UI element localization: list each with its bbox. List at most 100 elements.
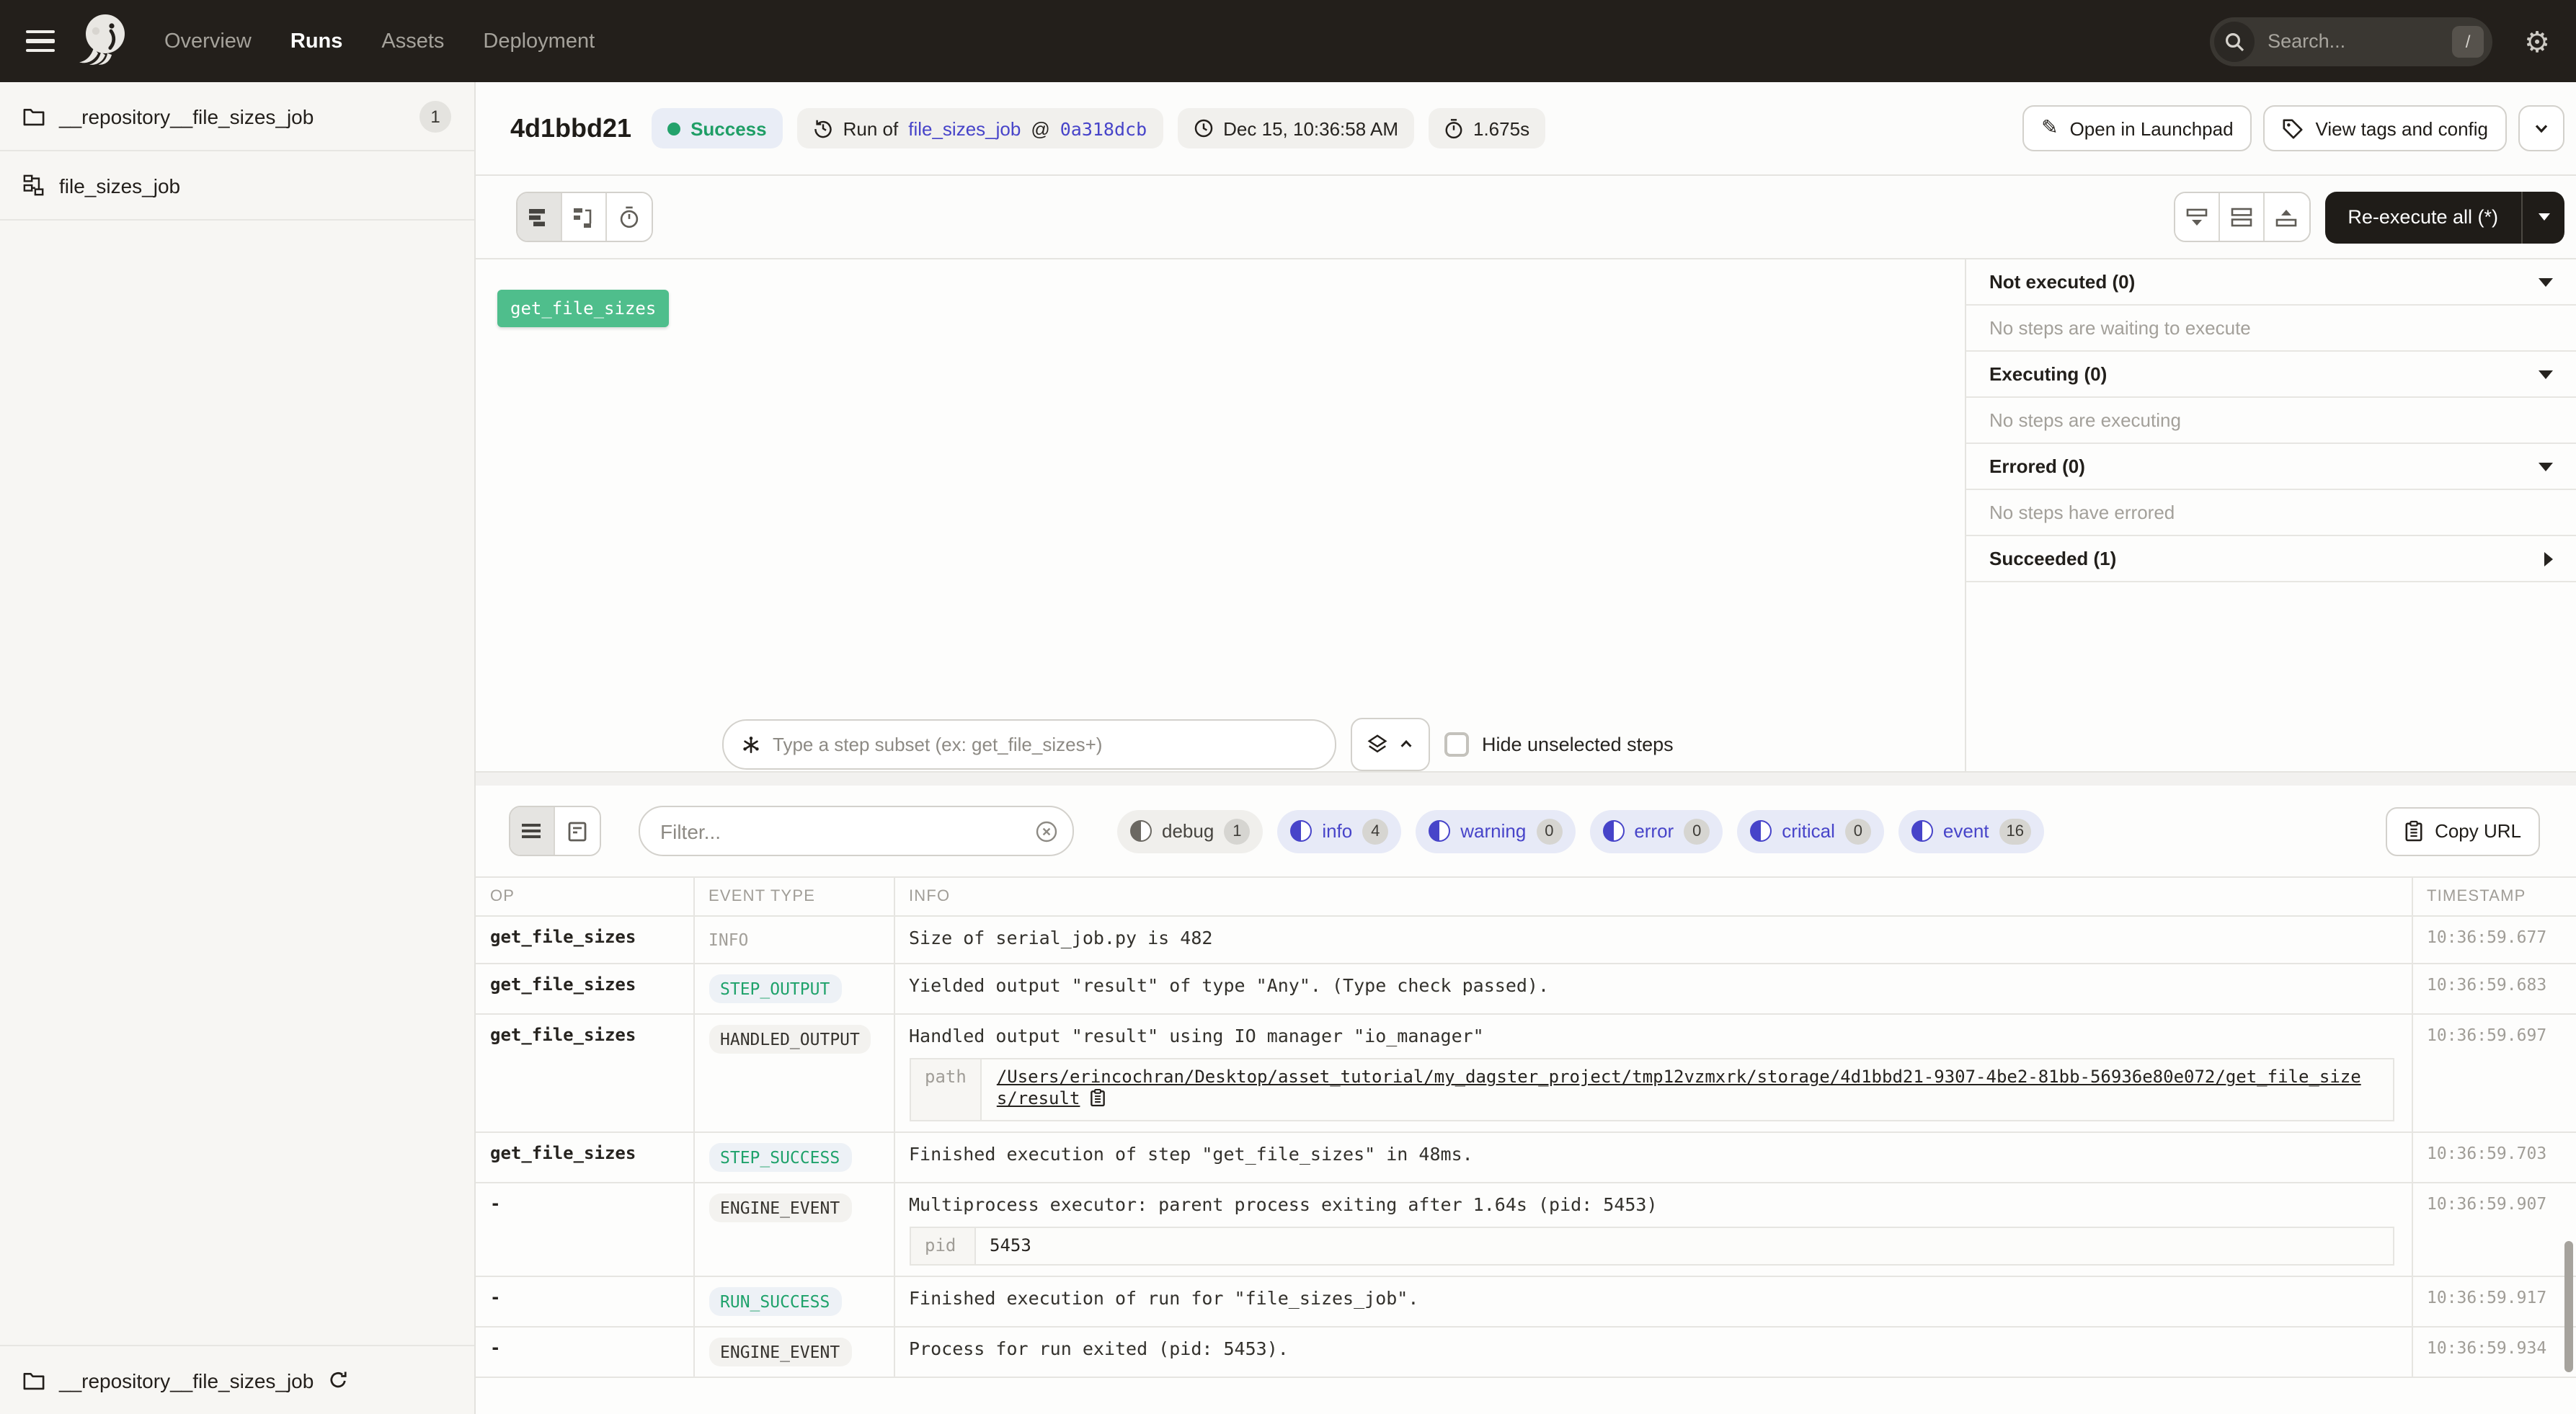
caret-right-icon [2544, 551, 2553, 566]
open-in-launchpad-button[interactable]: ✎ Open in Launchpad [2022, 105, 2252, 151]
split-panels-icon [2229, 207, 2252, 227]
level-toggle-critical[interactable]: critical 0 [1737, 809, 1884, 853]
level-count-badge: 0 [1684, 818, 1710, 844]
run-of-pill: Run of file_sizes_job @ 0a318dcb [797, 108, 1163, 148]
log-row[interactable]: get_file_sizes STEP_SUCCESS Finished exe… [476, 1132, 2576, 1183]
graph-asterisk-icon [741, 734, 761, 755]
search-input[interactable] [2255, 30, 2452, 52]
reload-icon[interactable] [328, 1371, 347, 1389]
section-not-executed[interactable]: Not executed (0) [1966, 259, 2576, 306]
hide-unselected-checkbox[interactable] [1444, 732, 1469, 757]
hide-unselected-steps-control[interactable]: Hide unselected steps [1444, 732, 1674, 757]
level-toggle-warning[interactable]: warning 0 [1416, 809, 1575, 853]
sidebar-footer-repository[interactable]: __repository__file_sizes_job [0, 1345, 474, 1414]
split-panels-button[interactable] [2219, 193, 2264, 241]
toggle-icon [1290, 820, 1312, 842]
level-toggle-debug[interactable]: debug 1 [1117, 809, 1263, 853]
run-id-title: 4d1bbd21 [510, 113, 631, 143]
gantt-view-mode-group [516, 192, 653, 242]
output-path-link[interactable]: /Users/erincochran/Desktop/asset_tutoria… [997, 1067, 2361, 1108]
log-list-view-button[interactable] [510, 807, 555, 855]
event-type-badge: STEP_OUTPUT [709, 974, 841, 1003]
gantt-waterfall-view-button[interactable] [562, 193, 607, 241]
gantt-chart-area[interactable]: get_file_sizes Hide unselected steps [476, 259, 1965, 771]
view-tags-config-button[interactable]: View tags and config [2264, 105, 2507, 151]
toggle-icon [1429, 820, 1450, 842]
log-structured-view-button[interactable] [555, 807, 600, 855]
copy-url-button[interactable]: Copy URL [2386, 806, 2540, 855]
gantt-step-node[interactable]: get_file_sizes [497, 290, 669, 327]
caret-down-icon [2538, 213, 2549, 221]
clock-icon [1193, 118, 1213, 138]
left-sidebar: __repository__file_sizes_job 1 file_size… [0, 82, 476, 1414]
sidebar-footer-label: __repository__file_sizes_job [59, 1369, 314, 1392]
metadata-key: path [910, 1059, 982, 1121]
nav-link-deployment[interactable]: Deployment [483, 30, 595, 53]
column-header-timestamp: TIMESTAMP [2412, 877, 2576, 916]
list-icon [522, 822, 542, 840]
step-subset-bar: Hide unselected steps [722, 718, 1674, 771]
sidebar-item-repository[interactable]: __repository__file_sizes_job 1 [0, 82, 474, 151]
log-scrollbar-thumb[interactable] [2564, 1241, 2573, 1372]
clear-filter-icon[interactable] [1035, 819, 1058, 842]
step-status-panel: Not executed (0) No steps are waiting to… [1965, 259, 2576, 771]
section-executing[interactable]: Executing (0) [1966, 352, 2576, 398]
section-errored-empty: No steps have errored [1966, 490, 2576, 536]
log-view-mode-group [509, 806, 601, 856]
log-row[interactable]: get_file_sizes STEP_OUTPUT Yielded outpu… [476, 964, 2576, 1014]
nav-link-assets[interactable]: Assets [381, 30, 444, 53]
log-filter-field[interactable] [639, 806, 1074, 856]
section-succeeded[interactable]: Succeeded (1) [1966, 536, 2576, 582]
reexecute-dropdown-button[interactable] [2521, 191, 2564, 243]
hide-unselected-label: Hide unselected steps [1482, 734, 1674, 755]
log-table-header: OP EVENT TYPE INFO TIMESTAMP [476, 877, 2576, 916]
expand-top-panel-button[interactable] [2264, 193, 2309, 241]
collapse-bottom-panel-button[interactable] [2175, 193, 2219, 241]
level-count-badge: 0 [1536, 818, 1562, 844]
section-executing-empty: No steps are executing [1966, 398, 2576, 444]
job-graph-icon [23, 174, 45, 196]
top-nav: Overview Runs Assets Deployment / ⚙ [0, 0, 2576, 82]
job-link[interactable]: file_sizes_job [908, 117, 1021, 139]
reexecute-all-button[interactable]: Re-execute all (*) [2324, 191, 2564, 243]
gantt-timed-view-button[interactable] [607, 193, 652, 241]
stopwatch-icon [1444, 117, 1463, 139]
sidebar-repo-count-badge: 1 [419, 100, 451, 132]
dagster-logo-icon[interactable] [75, 9, 133, 73]
step-subset-field[interactable] [722, 719, 1336, 770]
header-more-actions-button[interactable] [2518, 105, 2564, 151]
history-icon [813, 118, 833, 138]
stopwatch-icon [618, 205, 640, 228]
log-row[interactable]: get_file_sizes INFO Size of serial_job.p… [476, 916, 2576, 964]
graph-query-options-button[interactable] [1351, 718, 1430, 771]
snapshot-link[interactable]: 0a318dcb [1060, 117, 1147, 139]
folder-icon [23, 106, 45, 126]
log-filter-input[interactable] [660, 819, 1035, 842]
dagster-run-page: Overview Runs Assets Deployment / ⚙ __re… [0, 0, 2576, 1414]
column-header-op: OP [476, 877, 693, 916]
run-duration-pill: 1.675s [1429, 108, 1545, 148]
gear-icon[interactable]: ⚙ [2524, 27, 2550, 55]
global-search[interactable]: / [2210, 17, 2492, 66]
flat-bars-icon [528, 207, 551, 227]
level-toggle-info[interactable]: info 4 [1277, 809, 1401, 853]
gantt-flat-view-button[interactable] [518, 193, 562, 241]
search-shortcut-chip: / [2452, 25, 2484, 57]
event-type-badge: RUN_SUCCESS [709, 1287, 841, 1316]
log-row[interactable]: - ENGINE_EVENT Process for run exited (p… [476, 1327, 2576, 1377]
hamburger-menu-icon[interactable] [26, 30, 55, 53]
copy-path-icon[interactable] [1090, 1088, 1106, 1113]
sidebar-item-job[interactable]: file_sizes_job [0, 151, 474, 221]
nav-link-runs[interactable]: Runs [290, 30, 343, 53]
section-errored[interactable]: Errored (0) [1966, 444, 2576, 490]
expand-up-icon [2275, 207, 2298, 227]
panel-splitter[interactable] [476, 773, 2576, 786]
log-row[interactable]: get_file_sizes HANDLED_OUTPUT Handled ou… [476, 1014, 2576, 1132]
metadata-value: 5453 [974, 1227, 2393, 1265]
step-subset-input[interactable] [773, 734, 1318, 755]
nav-link-overview[interactable]: Overview [164, 30, 252, 53]
level-toggle-event[interactable]: event 16 [1898, 809, 2044, 853]
level-toggle-error[interactable]: error 0 [1589, 809, 1723, 853]
log-row[interactable]: - RUN_SUCCESS Finished execution of run … [476, 1276, 2576, 1327]
log-row[interactable]: - ENGINE_EVENT Multiprocess executor: pa… [476, 1183, 2576, 1276]
